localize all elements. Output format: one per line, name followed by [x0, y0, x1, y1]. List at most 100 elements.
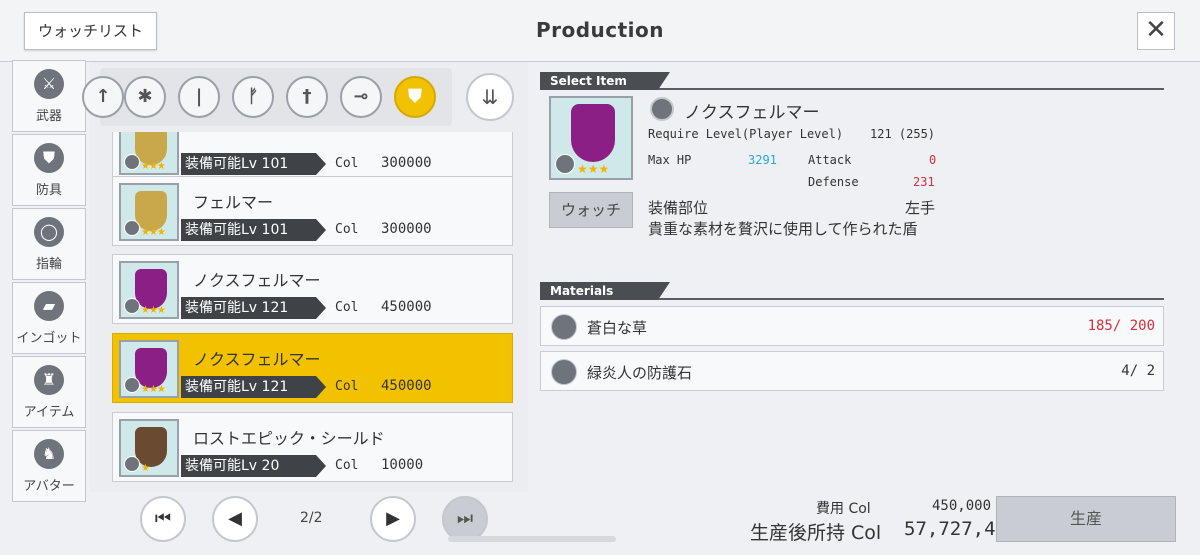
stone-icon [551, 359, 577, 385]
category-label: 指輪 [35, 257, 62, 272]
spear-icon: ↑ [95, 86, 111, 107]
watch-button[interactable]: ウォッチ [549, 192, 633, 228]
defense-label: Defense [808, 175, 859, 189]
weapon-type-axe[interactable]: ᚠ [232, 76, 274, 118]
item-row[interactable]: ★★★ ノクスフェルマー装備可能Lv 121 Col 450000 [112, 254, 513, 324]
shield-type-badge-icon [124, 377, 140, 393]
rarity-stars: ★★★ [141, 305, 166, 316]
equip-level: 装備可能Lv 101 [181, 219, 326, 241]
item-info-bar: 装備可能Lv 121 Col 450000 [181, 376, 511, 398]
equip-slot-label: 装備部位 [648, 199, 709, 217]
item-name: ロストエピック・シールド [193, 429, 385, 448]
section-title: Select Item [540, 72, 670, 90]
section-title: Materials [540, 282, 670, 300]
item-row[interactable]: ★★★ フェルマー 装備可能Lv 101 Col 300000 [112, 176, 513, 246]
weapon-type-rapier[interactable]: † [286, 76, 328, 118]
item-image: ★★★ [119, 132, 179, 175]
material-name: 緑炎人の防護石 [587, 364, 693, 382]
armor-icon: ⛊ [34, 143, 64, 173]
col-value: 10000 [381, 457, 424, 473]
item-name: フェルマー [193, 193, 274, 212]
first-page-button[interactable]: ⏮ [140, 496, 186, 542]
category-label: 防具 [35, 183, 62, 198]
sort-icon: ⇊ [481, 85, 499, 109]
selected-item-image: ★★★ [549, 96, 633, 180]
item-row[interactable]: ★★★ ノクスフェルマー装備可能Lv 121 Col 450000 [112, 333, 513, 403]
equip-slot-value: 左手 [905, 199, 936, 217]
sword-icon: ⚔ [34, 69, 64, 99]
weapon-type-dagger[interactable]: | [178, 76, 220, 118]
weapon-type-mace[interactable]: ✱ [124, 76, 166, 118]
rarity-stars: ★★★ [577, 162, 610, 176]
axe-icon: ᚠ [247, 86, 259, 107]
equip-level: 装備可能Lv 121 [181, 297, 326, 319]
category-ring[interactable]: ◯ 指輪 [12, 208, 86, 280]
prev-page-button[interactable]: ◀ [212, 496, 258, 542]
skip-last-icon: ⏭ [456, 508, 474, 529]
col-value: 300000 [381, 221, 432, 237]
maxhp-value: 3291 [748, 153, 777, 167]
dagger-icon: | [195, 86, 203, 107]
avatar-icon: ♞ [34, 439, 64, 469]
col-label: Col [335, 458, 359, 473]
category-ingot[interactable]: ▰ インゴット [12, 282, 86, 354]
skip-first-icon: ⏮ [154, 508, 172, 529]
shield-image [135, 427, 167, 467]
horizontal-scrollbar[interactable] [448, 536, 616, 542]
weapon-type-bow[interactable]: ⊸ [340, 76, 382, 118]
item-description: 貴重な素材を贅沢に使用して作られた盾 [648, 220, 918, 238]
col-label: Col [335, 300, 359, 315]
sort-button[interactable]: ⇊ [466, 73, 514, 121]
defense-value: 231 [913, 175, 935, 189]
rapier-icon: † [302, 86, 312, 107]
col-value: 450000 [381, 299, 432, 315]
item-row[interactable]: ★★★ 装備可能Lv 101 Col 300000 [112, 132, 513, 180]
category-weapon[interactable]: ⚔ 武器 [12, 60, 86, 132]
col-value: 450000 [381, 378, 432, 394]
next-icon: ▶ [386, 508, 400, 529]
weapon-type-filter: ↑ ✱ | ᚠ † ⊸ ⛊ [82, 68, 452, 126]
produce-button[interactable]: 生産 [996, 496, 1176, 542]
rarity-stars: ★★★ [141, 161, 166, 172]
herb-bag-icon [551, 314, 577, 340]
weapon-type-shield[interactable]: ⛊ [394, 76, 436, 118]
shield-icon: ⛊ [408, 86, 422, 107]
col-label: Col [335, 222, 359, 237]
item-row[interactable]: ★ ロストエピック・シールド 装備可能Lv 20 Col 10000 [112, 412, 513, 482]
item-name: ノクスフェルマー [193, 350, 321, 369]
category-label: アバター [23, 479, 75, 494]
close-button[interactable]: ✕ [1137, 12, 1175, 50]
shield-image [135, 348, 167, 388]
page-title: Production [535, 18, 665, 42]
shield-image [135, 269, 167, 309]
col-label: Col [335, 156, 359, 171]
material-count: 185/ 200 [1087, 318, 1155, 334]
category-label: 武器 [35, 109, 62, 124]
material-row: 緑炎人の防護石 4/ 2 [540, 351, 1164, 391]
equip-level: 装備可能Lv 121 [181, 376, 326, 398]
shield-image [135, 191, 167, 231]
item-info-bar: 装備可能Lv 101 Col 300000 [181, 153, 511, 175]
prev-icon: ◀ [228, 508, 242, 529]
item-image: ★ [119, 419, 179, 477]
weapon-type-spear[interactable]: ↑ [82, 76, 124, 118]
material-row: 蒼白な草 185/ 200 [540, 306, 1164, 346]
rarity-stars: ★ [141, 463, 150, 474]
attack-value: 0 [929, 153, 937, 167]
rarity-stars: ★★★ [141, 384, 166, 395]
item-image: ★★★ [119, 340, 179, 398]
shield-type-badge-icon [124, 154, 140, 170]
category-label: アイテム [23, 405, 75, 420]
col-value: 300000 [381, 155, 432, 171]
category-item[interactable]: ♜ アイテム [12, 356, 86, 428]
materials-header: Materials [540, 282, 1164, 300]
shield-image [571, 104, 615, 162]
item-name: ノクスフェルマー [193, 271, 321, 290]
ring-icon: ◯ [34, 217, 64, 247]
next-page-button[interactable]: ▶ [370, 496, 416, 542]
ingot-icon: ▰ [34, 291, 64, 321]
bow-icon: ⊸ [353, 86, 369, 107]
category-avatar[interactable]: ♞ アバター [12, 430, 86, 502]
category-armor[interactable]: ⛊ 防具 [12, 134, 86, 206]
item-info-bar: 装備可能Lv 121 Col 450000 [181, 297, 511, 319]
